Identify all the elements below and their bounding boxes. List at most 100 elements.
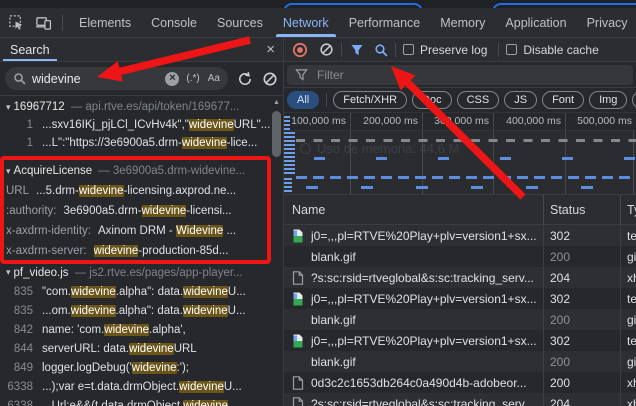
- scroll-up-icon[interactable]: ▲: [271, 97, 282, 109]
- doc-green-icon: [292, 334, 305, 348]
- device-toolbar-icon[interactable]: [34, 14, 52, 32]
- table-row[interactable]: j0=,,,pl=RTVE%20Play+plv=version1+sx...3…: [284, 330, 636, 351]
- network-search-icon[interactable]: [374, 43, 388, 57]
- table-row[interactable]: blank.gif200gif: [284, 246, 636, 267]
- doc-green-icon: [292, 229, 305, 243]
- close-icon[interactable]: ×: [266, 40, 275, 60]
- column-header-type[interactable]: Type: [621, 195, 636, 224]
- request-status-cell: 200: [544, 351, 621, 372]
- search-result-file-row[interactable]: ▾16967712— api.rtve.es/api/token/169677.…: [0, 98, 283, 116]
- doc-green-icon: [292, 292, 305, 306]
- request-type-cell: gif: [621, 351, 636, 372]
- search-result-line[interactable]: 1...L":"https://3e6900a5.drm-widevine-li…: [0, 134, 283, 152]
- column-header-name[interactable]: Name: [284, 195, 544, 224]
- timeline-tick-label: 200,000 ms: [351, 113, 423, 130]
- network-filter-input[interactable]: [315, 67, 633, 83]
- memory-usage-watermark: Uso de memoria: 44,6 M: [300, 141, 459, 156]
- search-results-scrollbar[interactable]: ▲: [271, 97, 282, 157]
- result-file-name: pf_video.js: [14, 267, 69, 279]
- filter-icon[interactable]: [350, 43, 364, 57]
- search-panel-tab[interactable]: Search: [10, 38, 50, 61]
- search-result-line[interactable]: 842name: 'com.widevine.alpha',: [0, 320, 283, 339]
- match-highlight: widevine: [129, 343, 174, 355]
- request-status-cell: 302: [544, 225, 621, 246]
- search-result-line[interactable]: 849logger.logDebug('widevine:');: [0, 358, 283, 377]
- timeline-tick-label: 400,000 ms: [494, 113, 566, 130]
- match-highlight: widevine: [183, 286, 228, 298]
- tab-performance[interactable]: Performance: [339, 8, 431, 37]
- line-number: 842: [6, 324, 33, 336]
- match-case-toggle[interactable]: Aa: [208, 73, 220, 84]
- column-header-status[interactable]: Status: [544, 195, 621, 224]
- tab-application[interactable]: Application: [495, 8, 576, 37]
- clear-input-icon[interactable]: ×: [165, 72, 179, 86]
- refresh-icon[interactable]: [237, 71, 253, 87]
- table-row[interactable]: blank.gif200gif: [284, 351, 636, 372]
- chip-media[interactable]: Media: [632, 91, 636, 109]
- search-input-pill: × (.*) Aa: [5, 67, 228, 90]
- chip-separator: [326, 93, 327, 107]
- disable-cache-checkbox[interactable]: [506, 44, 517, 55]
- chip-font[interactable]: Font: [542, 91, 584, 109]
- chip-fetchxhr[interactable]: Fetch/XHR: [333, 91, 407, 109]
- search-result-line[interactable]: 835"com.widevine.alpha": data.widevineU.…: [0, 282, 283, 301]
- request-type-cell: gif: [621, 246, 636, 267]
- scrollbar-thumb[interactable]: [272, 111, 281, 157]
- search-result-file-row[interactable]: ▾AcquireLicense— 3e6900a5.drm-widevine..…: [0, 161, 283, 181]
- request-status-cell: 302: [544, 288, 621, 309]
- tab-sources[interactable]: Sources: [207, 8, 273, 37]
- table-row[interactable]: 0d3c2c1653db264c0a490d4b-adobeor...200xh…: [284, 372, 636, 393]
- search-result-line[interactable]: :authority:3e6900a5.drm-widevine-licensi…: [0, 201, 283, 221]
- request-status-cell: 200: [544, 309, 621, 330]
- inspect-element-icon[interactable]: [7, 14, 25, 32]
- disclosure-triangle-icon[interactable]: ▾: [6, 267, 11, 278]
- search-result-line[interactable]: 835...om.widevine.alpha": data.widevineU…: [0, 301, 283, 320]
- record-network-log-icon[interactable]: [292, 42, 308, 58]
- chip-js[interactable]: JS: [504, 91, 537, 109]
- chip-doc[interactable]: Doc: [412, 91, 452, 109]
- preserve-log-checkbox[interactable]: [403, 44, 414, 55]
- request-name-cell: j0=,,,pl=RTVE%20Play+plv=version1+sx...: [284, 225, 544, 246]
- search-result-section: ▾AcquireLicense— 3e6900a5.drm-widevine..…: [0, 161, 283, 261]
- disclosure-triangle-icon[interactable]: ▾: [6, 166, 11, 177]
- chip-css[interactable]: CSS: [457, 91, 500, 109]
- overview-dashed-line: [296, 139, 636, 142]
- request-name: ?s:sc:rsid=rtveglobal&s:sc:tracking_serv…: [311, 271, 534, 285]
- match-text: widevine-production-85d...: [94, 245, 229, 257]
- chip-img[interactable]: Img: [589, 91, 627, 109]
- table-row[interactable]: ?s:sc:rsid=rtveglobal&s:sc:tracking_serv…: [284, 393, 636, 406]
- tab-privacy[interactable]: Privacy: [577, 8, 636, 37]
- clear-results-icon[interactable]: [262, 71, 278, 87]
- table-row[interactable]: j0=,,,pl=RTVE%20Play+plv=version1+sx...3…: [284, 225, 636, 246]
- table-row[interactable]: ?s:sc:rsid=rtveglobal&s:sc:tracking_serv…: [284, 267, 636, 288]
- request-type-cell: text: [621, 225, 636, 246]
- search-result-line[interactable]: 6338...Url:e&&(t.data.drmObject.widevine…: [0, 396, 283, 406]
- table-row[interactable]: blank.gif200gif: [284, 309, 636, 330]
- search-result-line[interactable]: URL...5.drm-widevine-licensing.axprod.ne…: [0, 181, 283, 201]
- tab-elements[interactable]: Elements: [69, 8, 141, 37]
- regex-toggle[interactable]: (.*): [186, 73, 199, 84]
- search-result-line[interactable]: x-axdrm-server:widevine-production-85d..…: [0, 241, 283, 261]
- toolbar-separator: [62, 15, 63, 31]
- search-input[interactable]: [32, 72, 165, 86]
- search-result-line[interactable]: 6338...);var e=t.data.drmObject.widevine…: [0, 377, 283, 396]
- search-result-line[interactable]: 844serverURL: data.widevineURL: [0, 339, 283, 358]
- requests-table-body: j0=,,,pl=RTVE%20Play+plv=version1+sx...3…: [284, 225, 636, 406]
- timeline-ruler: 100,000 ms200,000 ms300,000 ms400,000 ms…: [284, 113, 636, 131]
- tab-console[interactable]: Console: [141, 8, 207, 37]
- request-status-cell: 200: [544, 246, 621, 267]
- tab-network[interactable]: Network: [273, 8, 339, 37]
- request-type-cell: text: [621, 288, 636, 309]
- match-highlight: widevine: [79, 185, 124, 197]
- search-result-line[interactable]: x-axdrm-identity:Axinom DRM - Widevine .…: [0, 221, 283, 241]
- chip-all[interactable]: All: [287, 91, 319, 109]
- table-row[interactable]: j0=,,,pl=RTVE%20Play+plv=version1+sx...3…: [284, 288, 636, 309]
- search-result-line[interactable]: 1...sxv16IKj_pjLCl_ICvHv4k","widevineURL…: [0, 116, 283, 134]
- search-result-file-row[interactable]: ▾pf_video.js— js2.rtve.es/pages/app-play…: [0, 263, 283, 282]
- tab-memory[interactable]: Memory: [430, 8, 495, 37]
- disclosure-triangle-icon[interactable]: ▾: [6, 102, 11, 113]
- match-text: ...om.widevine.alpha": data.widevineU...: [42, 305, 246, 317]
- clear-network-log-icon[interactable]: [319, 42, 334, 57]
- network-overview[interactable]: Uso de memoria: 44,6 M: [284, 131, 636, 195]
- match-highlight: widevine: [71, 305, 116, 317]
